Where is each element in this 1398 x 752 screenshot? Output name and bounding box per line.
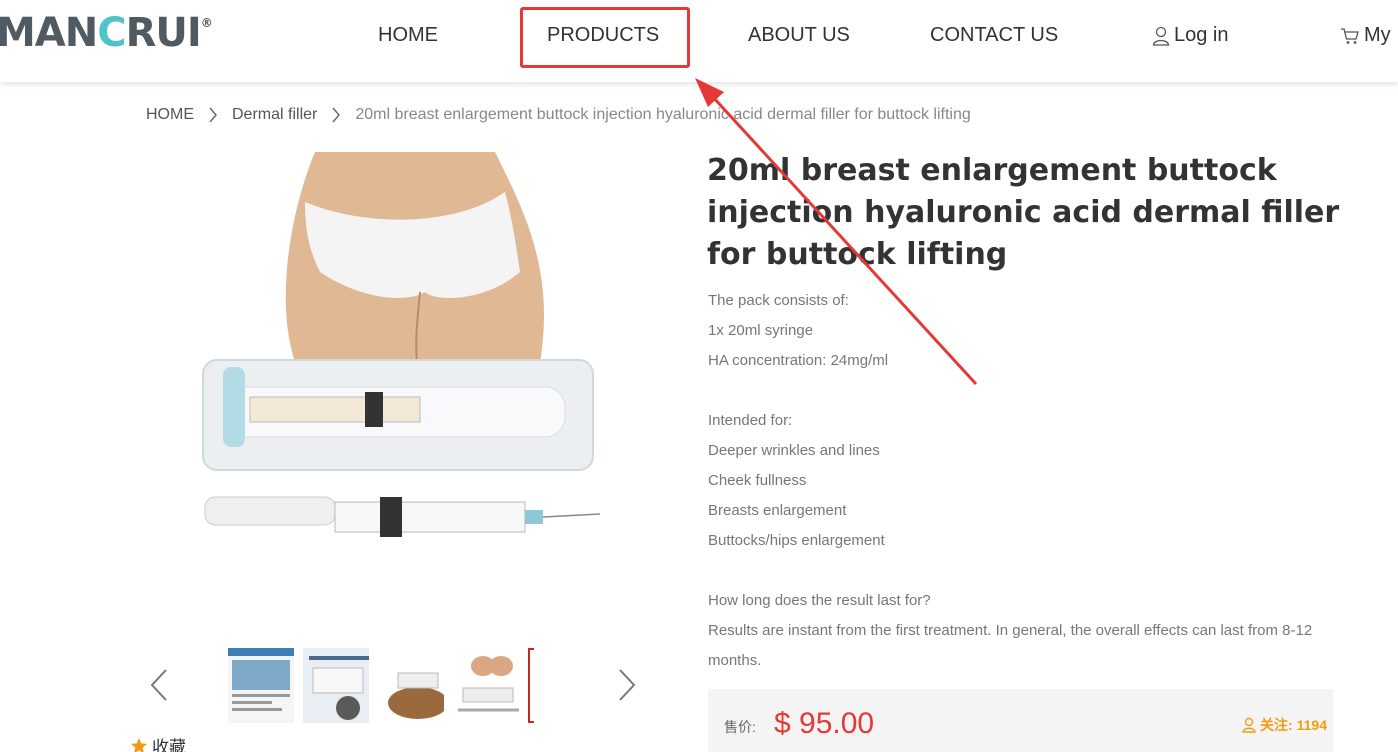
user-icon xyxy=(1242,717,1256,733)
description-line: Cheek fullness xyxy=(708,472,807,489)
follow-label: 关注: xyxy=(1259,717,1293,733)
thumbnail-active-indicator[interactable] xyxy=(528,648,534,723)
thumbnail-3[interactable] xyxy=(378,648,444,723)
chevron-right-icon[interactable] xyxy=(616,668,638,702)
description-line: Results are instant from the first treat… xyxy=(708,622,1313,669)
follow-counter[interactable]: 关注: 1194 xyxy=(1242,715,1327,735)
description-line: Intended for: xyxy=(708,412,793,429)
description-line: Buttocks/hips enlargement xyxy=(708,532,885,549)
description-line: HA concentration: 24mg/ml xyxy=(708,352,889,369)
description-line xyxy=(708,556,1338,586)
favorite-button[interactable]: 收藏 xyxy=(130,733,186,752)
price-label: 售价: xyxy=(724,719,756,735)
description-line: How long does the result last for? xyxy=(708,592,931,609)
thumbnail-2[interactable] xyxy=(303,648,369,723)
description-line: 1x 20ml syringe xyxy=(708,322,814,339)
user-icon xyxy=(1152,26,1170,46)
description-line: The pack consists of: xyxy=(708,292,849,309)
follow-count: 1194 xyxy=(1296,717,1327,733)
price-value: $ 95.00 xyxy=(774,707,875,740)
thumbnail-4[interactable] xyxy=(453,648,519,723)
chevron-left-icon[interactable] xyxy=(148,668,170,702)
chevron-right-icon xyxy=(209,107,217,123)
nav-home[interactable]: HOME xyxy=(378,24,438,47)
login-link[interactable]: Log in xyxy=(1152,24,1229,47)
product-title: 20ml breast enlargement buttock injectio… xyxy=(707,153,1340,272)
nav-about-us[interactable]: ABOUT US xyxy=(748,24,850,47)
thumbnail-strip xyxy=(228,648,534,723)
breadcrumb-home[interactable]: HOME xyxy=(146,106,194,124)
cart-icon xyxy=(1341,27,1359,44)
product-description: The pack consists of: 1x 20ml syringe HA… xyxy=(708,286,1338,676)
site-header: MANCRUI® HOME PRODUCTS ABOUT US CONTACT … xyxy=(0,0,1398,82)
site-logo[interactable]: MANCRUI® xyxy=(0,10,213,56)
thumbnail-1[interactable] xyxy=(228,648,294,723)
nav-contact-us[interactable]: CONTACT US xyxy=(930,24,1058,47)
chevron-right-icon xyxy=(332,107,341,123)
cart-link[interactable]: My xyxy=(1340,24,1391,47)
description-line: Deeper wrinkles and lines xyxy=(708,442,880,459)
description-line: Breasts enlargement xyxy=(708,502,847,519)
login-label: Log in xyxy=(1174,24,1229,46)
breadcrumb-category[interactable]: Dermal filler xyxy=(232,106,317,124)
cart-label: My xyxy=(1364,24,1391,46)
annotation-highlight-box xyxy=(520,7,690,68)
price-panel: 售价: $ 95.00 关注: 1194 xyxy=(708,689,1333,752)
star-icon xyxy=(131,737,147,752)
breadcrumb: HOME Dermal filler 20ml breast enlargeme… xyxy=(146,106,971,124)
product-main-image[interactable] xyxy=(195,152,605,552)
breadcrumb-current: 20ml breast enlargement buttock injectio… xyxy=(355,106,971,123)
description-line xyxy=(708,376,1338,406)
favorite-label: 收藏 xyxy=(152,738,186,752)
